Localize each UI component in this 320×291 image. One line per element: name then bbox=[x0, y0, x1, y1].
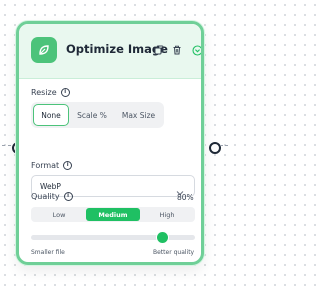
info-icon[interactable]: i bbox=[63, 192, 73, 201]
quality-value: 80% bbox=[177, 193, 194, 202]
format-value: WebP bbox=[40, 182, 61, 191]
copy-icon[interactable] bbox=[153, 44, 165, 56]
quality-option-medium[interactable]: Medium bbox=[86, 208, 140, 221]
collapse-icon[interactable] bbox=[191, 44, 201, 56]
resize-option-scale[interactable]: Scale % bbox=[71, 104, 113, 126]
resize-option-none[interactable]: None bbox=[33, 104, 69, 126]
input-edge-line bbox=[2, 145, 11, 147]
quality-segmented-control: Low Medium High bbox=[31, 207, 195, 222]
trash-icon[interactable] bbox=[171, 44, 183, 56]
format-label: Format i bbox=[31, 161, 73, 170]
quality-option-low[interactable]: Low bbox=[32, 208, 86, 221]
optimize-image-node[interactable]: Optimize Image Resize i None Scale % Max… bbox=[16, 21, 204, 265]
output-connection-handle[interactable] bbox=[209, 142, 221, 154]
slider-max-label: Better quality bbox=[153, 249, 195, 256]
quality-slider[interactable] bbox=[31, 231, 195, 243]
resize-segmented-control: None Scale % Max Size bbox=[31, 102, 164, 128]
node-header: Optimize Image bbox=[19, 24, 201, 79]
info-icon[interactable]: i bbox=[60, 88, 70, 97]
resize-option-max-size[interactable]: Max Size bbox=[115, 104, 162, 126]
resize-label: Resize i bbox=[31, 88, 70, 97]
slider-min-label: Smaller file bbox=[31, 249, 65, 256]
leaf-icon bbox=[31, 37, 57, 63]
output-edge-line bbox=[220, 145, 228, 147]
quality-slider-thumb[interactable] bbox=[156, 231, 168, 243]
quality-option-high[interactable]: High bbox=[140, 208, 194, 221]
quality-label: Quality i bbox=[31, 192, 73, 201]
info-icon[interactable]: i bbox=[63, 161, 73, 170]
